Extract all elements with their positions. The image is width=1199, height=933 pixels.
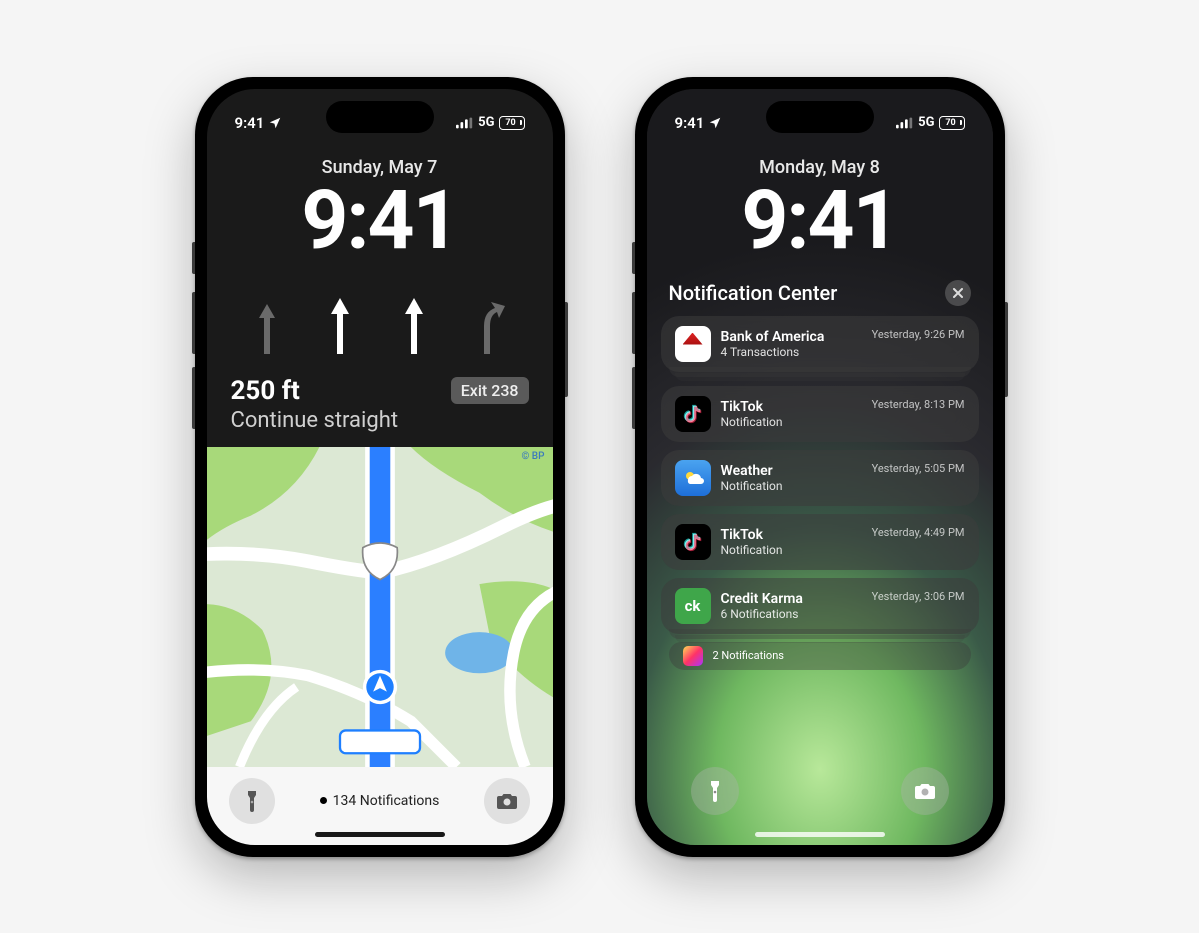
screen-lock-navigation[interactable]: 9:41 5G 70 Sunday, May 7 9:41 xyxy=(207,89,553,845)
lock-time: 9:41 xyxy=(207,180,553,262)
notification-count[interactable]: 134 Notifications xyxy=(320,793,440,809)
notification-card[interactable]: ▬▬ Bank of America4 Transactions Yesterday… xyxy=(661,316,979,372)
close-icon xyxy=(953,288,963,298)
lane-arrows xyxy=(231,288,529,358)
flashlight-button[interactable] xyxy=(229,778,275,824)
notification-time: Yesterday, 5:05 PM xyxy=(872,462,965,475)
lane-arrow-straight-dim xyxy=(253,298,281,358)
flashlight-button[interactable] xyxy=(691,767,739,815)
navigation-panel: 250 ft Exit 238 Continue straight xyxy=(207,288,553,447)
notification-app-name: TikTok xyxy=(721,399,862,415)
notification-subtitle: Notification xyxy=(721,479,862,493)
notification-app-name: Credit Karma xyxy=(721,591,862,607)
app-icon xyxy=(675,460,711,496)
notification-subtitle: 4 Transactions xyxy=(721,345,862,359)
camera-button[interactable] xyxy=(484,778,530,824)
notification-time: Yesterday, 3:06 PM xyxy=(872,590,965,603)
flashlight-icon xyxy=(706,780,724,802)
notification-app-name: Weather xyxy=(721,463,862,479)
lane-arrow-right-dim xyxy=(473,298,507,358)
notification-time: Yesterday, 8:13 PM xyxy=(872,398,965,411)
flashlight-icon xyxy=(243,790,261,812)
home-indicator[interactable] xyxy=(315,832,445,837)
network-label: 5G xyxy=(918,115,934,130)
lock-time: 9:41 xyxy=(647,180,993,262)
exit-badge: Exit 238 xyxy=(451,377,529,404)
signal-icon xyxy=(896,117,914,129)
notification-card[interactable]: TikTokNotification Yesterday, 8:13 PM xyxy=(661,386,979,442)
notification-app-name: TikTok xyxy=(721,527,862,543)
notification-subtitle: Notification xyxy=(721,543,862,557)
close-button[interactable] xyxy=(945,280,971,306)
camera-button[interactable] xyxy=(901,767,949,815)
app-icon: ▬▬ xyxy=(675,326,711,362)
app-icon: ck xyxy=(675,588,711,624)
lane-arrow-straight xyxy=(399,294,429,358)
instagram-icon xyxy=(683,646,703,666)
map-view[interactable]: © BP xyxy=(207,447,553,767)
screen-notification-center[interactable]: 9:41 5G 70 Monday, May 8 9:41 Notificati… xyxy=(647,89,993,845)
camera-icon xyxy=(496,792,518,810)
battery-icon: 70 xyxy=(499,116,525,130)
notification-card[interactable]: TikTokNotification Yesterday, 4:49 PM xyxy=(661,514,979,570)
location-icon xyxy=(268,116,282,130)
lock-date: Monday, May 8 xyxy=(647,157,993,178)
lock-bottom-bar: 134 Notifications xyxy=(207,767,553,845)
phone-left: 9:41 5G 70 Sunday, May 7 9:41 xyxy=(195,77,565,857)
notification-card[interactable]: ck Credit Karma6 Notifications Yesterday, … xyxy=(661,578,979,634)
notification-list[interactable]: ▬▬ Bank of America4 Transactions Yesterday… xyxy=(647,316,993,640)
notification-time: Yesterday, 4:49 PM xyxy=(872,526,965,539)
network-label: 5G xyxy=(478,115,494,130)
notification-card[interactable]: WeatherNotification Yesterday, 5:05 PM xyxy=(661,450,979,506)
notification-subtitle: Notification xyxy=(721,415,862,429)
notification-app-name: Bank of America xyxy=(721,329,862,345)
camera-icon xyxy=(914,782,936,800)
app-icon xyxy=(675,396,711,432)
notification-subtitle: 6 Notifications xyxy=(721,607,862,621)
status-time: 9:41 xyxy=(235,114,265,132)
map-attribution: © BP xyxy=(521,451,544,462)
status-time: 9:41 xyxy=(675,114,705,132)
dynamic-island xyxy=(766,101,874,133)
battery-icon: 70 xyxy=(939,116,965,130)
location-icon xyxy=(708,116,722,130)
app-icon xyxy=(675,524,711,560)
dynamic-island xyxy=(326,101,434,133)
lock-date: Sunday, May 7 xyxy=(207,157,553,178)
notification-time: Yesterday, 9:26 PM xyxy=(872,328,965,341)
notification-center-title: Notification Center xyxy=(669,281,838,305)
lane-arrow-straight xyxy=(325,294,355,358)
notification-card-partial[interactable]: 2 Notifications xyxy=(669,642,971,670)
nav-distance: 250 ft xyxy=(231,376,300,406)
home-indicator[interactable] xyxy=(755,832,885,837)
nav-instruction: Continue straight xyxy=(231,408,529,433)
phone-right: 9:41 5G 70 Monday, May 8 9:41 Notificati… xyxy=(635,77,1005,857)
signal-icon xyxy=(456,117,474,129)
